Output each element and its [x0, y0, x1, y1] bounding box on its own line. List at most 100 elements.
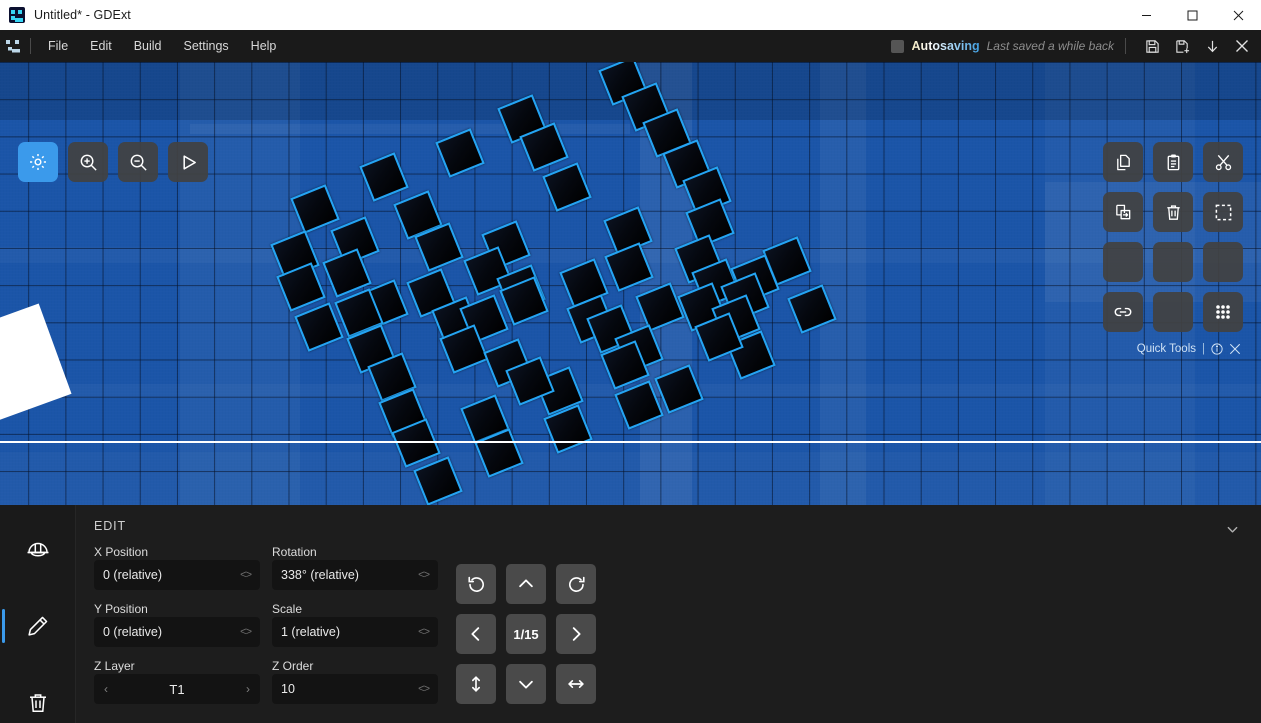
menu-file[interactable]: File [37, 30, 79, 62]
maximize-button[interactable] [1169, 0, 1215, 30]
edit-fields: X Position 0 (relative) <> Y Position 0 … [94, 545, 1243, 711]
last-saved-status: Last saved a while back [986, 39, 1114, 53]
field-scale: Scale 1 (relative) <> [272, 602, 438, 647]
settings-gear-icon[interactable] [18, 142, 58, 182]
y-position-input[interactable]: 0 (relative) <> [94, 617, 260, 647]
rotate-cw-icon[interactable] [556, 564, 596, 604]
save-as-icon[interactable] [1167, 30, 1197, 62]
cut-icon[interactable] [1203, 142, 1243, 182]
z-order-label: Z Order [272, 659, 314, 673]
quick-tools-label: Quick Tools [1136, 343, 1196, 355]
z-order-value: 10 [281, 682, 295, 696]
field-z-order: Z Order 10 <> [272, 659, 438, 704]
y-position-label: Y Position [94, 602, 148, 616]
edit-column-left: X Position 0 (relative) <> Y Position 0 … [94, 545, 260, 711]
field-y-position: Y Position 0 (relative) <> [94, 602, 260, 647]
close-button[interactable] [1215, 0, 1261, 30]
z-order-stepper-icon[interactable]: <> [418, 683, 430, 695]
save-icon[interactable] [1137, 30, 1167, 62]
scale-value: 1 (relative) [281, 625, 341, 639]
scale-stepper-icon[interactable]: <> [418, 626, 430, 638]
empty-slot-2[interactable] [1153, 242, 1193, 282]
download-icon[interactable] [1197, 30, 1227, 62]
rotation-value: 338° (relative) [281, 568, 359, 582]
window-controls [1123, 0, 1261, 30]
move-up-icon[interactable] [506, 564, 546, 604]
z-layer-label: Z Layer [94, 659, 135, 673]
delete-trash-icon[interactable] [1153, 192, 1193, 232]
z-layer-stepper[interactable]: ‹ T1 › [94, 674, 260, 704]
rotation-stepper-icon[interactable]: <> [418, 569, 430, 581]
play-icon[interactable] [168, 142, 208, 182]
move-down-icon[interactable] [506, 664, 546, 704]
x-position-stepper-icon[interactable]: <> [240, 569, 252, 581]
empty-slot-3[interactable] [1203, 242, 1243, 282]
bottom-area: EDIT X Position 0 (relative) <> Y Positi… [0, 505, 1261, 723]
flip-horizontal-icon[interactable] [556, 664, 596, 704]
menubar-right-group: Autosaving Last saved a while back [890, 30, 1261, 62]
zoom-in-icon[interactable] [68, 142, 108, 182]
grid-dots-icon[interactable] [1203, 292, 1243, 332]
quick-tools-panel [1103, 142, 1243, 332]
rotation-label: Rotation [272, 545, 317, 559]
chevron-down-icon[interactable] [1221, 518, 1243, 540]
quick-tools-footer: Quick Tools | [1137, 343, 1241, 355]
menubar-right-divider [1125, 38, 1126, 54]
minimize-button[interactable] [1123, 0, 1169, 30]
field-x-position: X Position 0 (relative) <> [94, 545, 260, 590]
x-position-label: X Position [94, 545, 149, 559]
empty-slot-4[interactable] [1153, 292, 1193, 332]
select-area-icon[interactable] [1203, 192, 1243, 232]
zoom-out-icon[interactable] [118, 142, 158, 182]
y-position-stepper-icon[interactable]: <> [240, 626, 252, 638]
menu-build[interactable]: Build [123, 30, 173, 62]
copy-icon[interactable] [1103, 142, 1143, 182]
rotation-input[interactable]: 338° (relative) <> [272, 560, 438, 590]
quick-tools-close-icon[interactable] [1229, 343, 1241, 355]
field-z-layer: Z Layer ‹ T1 › [94, 659, 260, 704]
empty-slot-1[interactable] [1103, 242, 1143, 282]
z-order-input[interactable]: 10 <> [272, 674, 438, 704]
z-layer-next-button[interactable]: › [246, 682, 250, 696]
level-canvas[interactable]: Quick Tools | [0, 62, 1261, 505]
paste-icon[interactable] [1153, 142, 1193, 182]
mode-rail [0, 505, 76, 723]
autosaving-label: Autosaving [911, 39, 980, 53]
x-position-input[interactable]: 0 (relative) <> [94, 560, 260, 590]
menu-help[interactable]: Help [240, 30, 288, 62]
menubar: File Edit Build Settings Help Autosaving… [0, 30, 1261, 62]
close-document-icon[interactable] [1227, 30, 1257, 62]
rail-item-build[interactable] [14, 527, 62, 571]
link-icon[interactable] [1103, 292, 1143, 332]
transform-pad: 1/15 [456, 564, 596, 704]
rail-item-delete[interactable] [14, 681, 62, 723]
edit-panel-title: EDIT [94, 519, 127, 533]
rotate-ccw-icon[interactable] [456, 564, 496, 604]
move-right-icon[interactable] [556, 614, 596, 654]
edit-column-right: Rotation 338° (relative) <> Scale 1 (rel… [272, 545, 438, 711]
ground-line [0, 441, 1261, 443]
info-icon[interactable] [1211, 343, 1223, 355]
app-logo-icon [9, 7, 25, 23]
menubar-divider [30, 38, 31, 54]
edit-panel: EDIT X Position 0 (relative) <> Y Positi… [76, 505, 1261, 723]
menu-settings[interactable]: Settings [173, 30, 240, 62]
autosaving-checkbox[interactable] [890, 39, 904, 53]
move-left-icon[interactable] [456, 614, 496, 654]
z-layer-value: T1 [169, 681, 185, 697]
menubar-logo-icon[interactable] [0, 30, 28, 62]
step-size-value[interactable]: 1/15 [506, 614, 546, 654]
duplicate-icon[interactable] [1103, 192, 1143, 232]
window-title: Untitled* - GDExt [34, 8, 131, 22]
scale-input[interactable]: 1 (relative) <> [272, 617, 438, 647]
canvas-toolbar-left [18, 142, 208, 182]
rail-item-edit[interactable] [1, 604, 62, 648]
scale-label: Scale [272, 602, 303, 616]
y-position-value: 0 (relative) [103, 625, 163, 639]
x-position-value: 0 (relative) [103, 568, 163, 582]
quick-tools-separator: | [1202, 343, 1205, 355]
flip-vertical-icon[interactable] [456, 664, 496, 704]
window-titlebar: Untitled* - GDExt [0, 0, 1261, 30]
field-rotation: Rotation 338° (relative) <> [272, 545, 438, 590]
menu-edit[interactable]: Edit [79, 30, 123, 62]
